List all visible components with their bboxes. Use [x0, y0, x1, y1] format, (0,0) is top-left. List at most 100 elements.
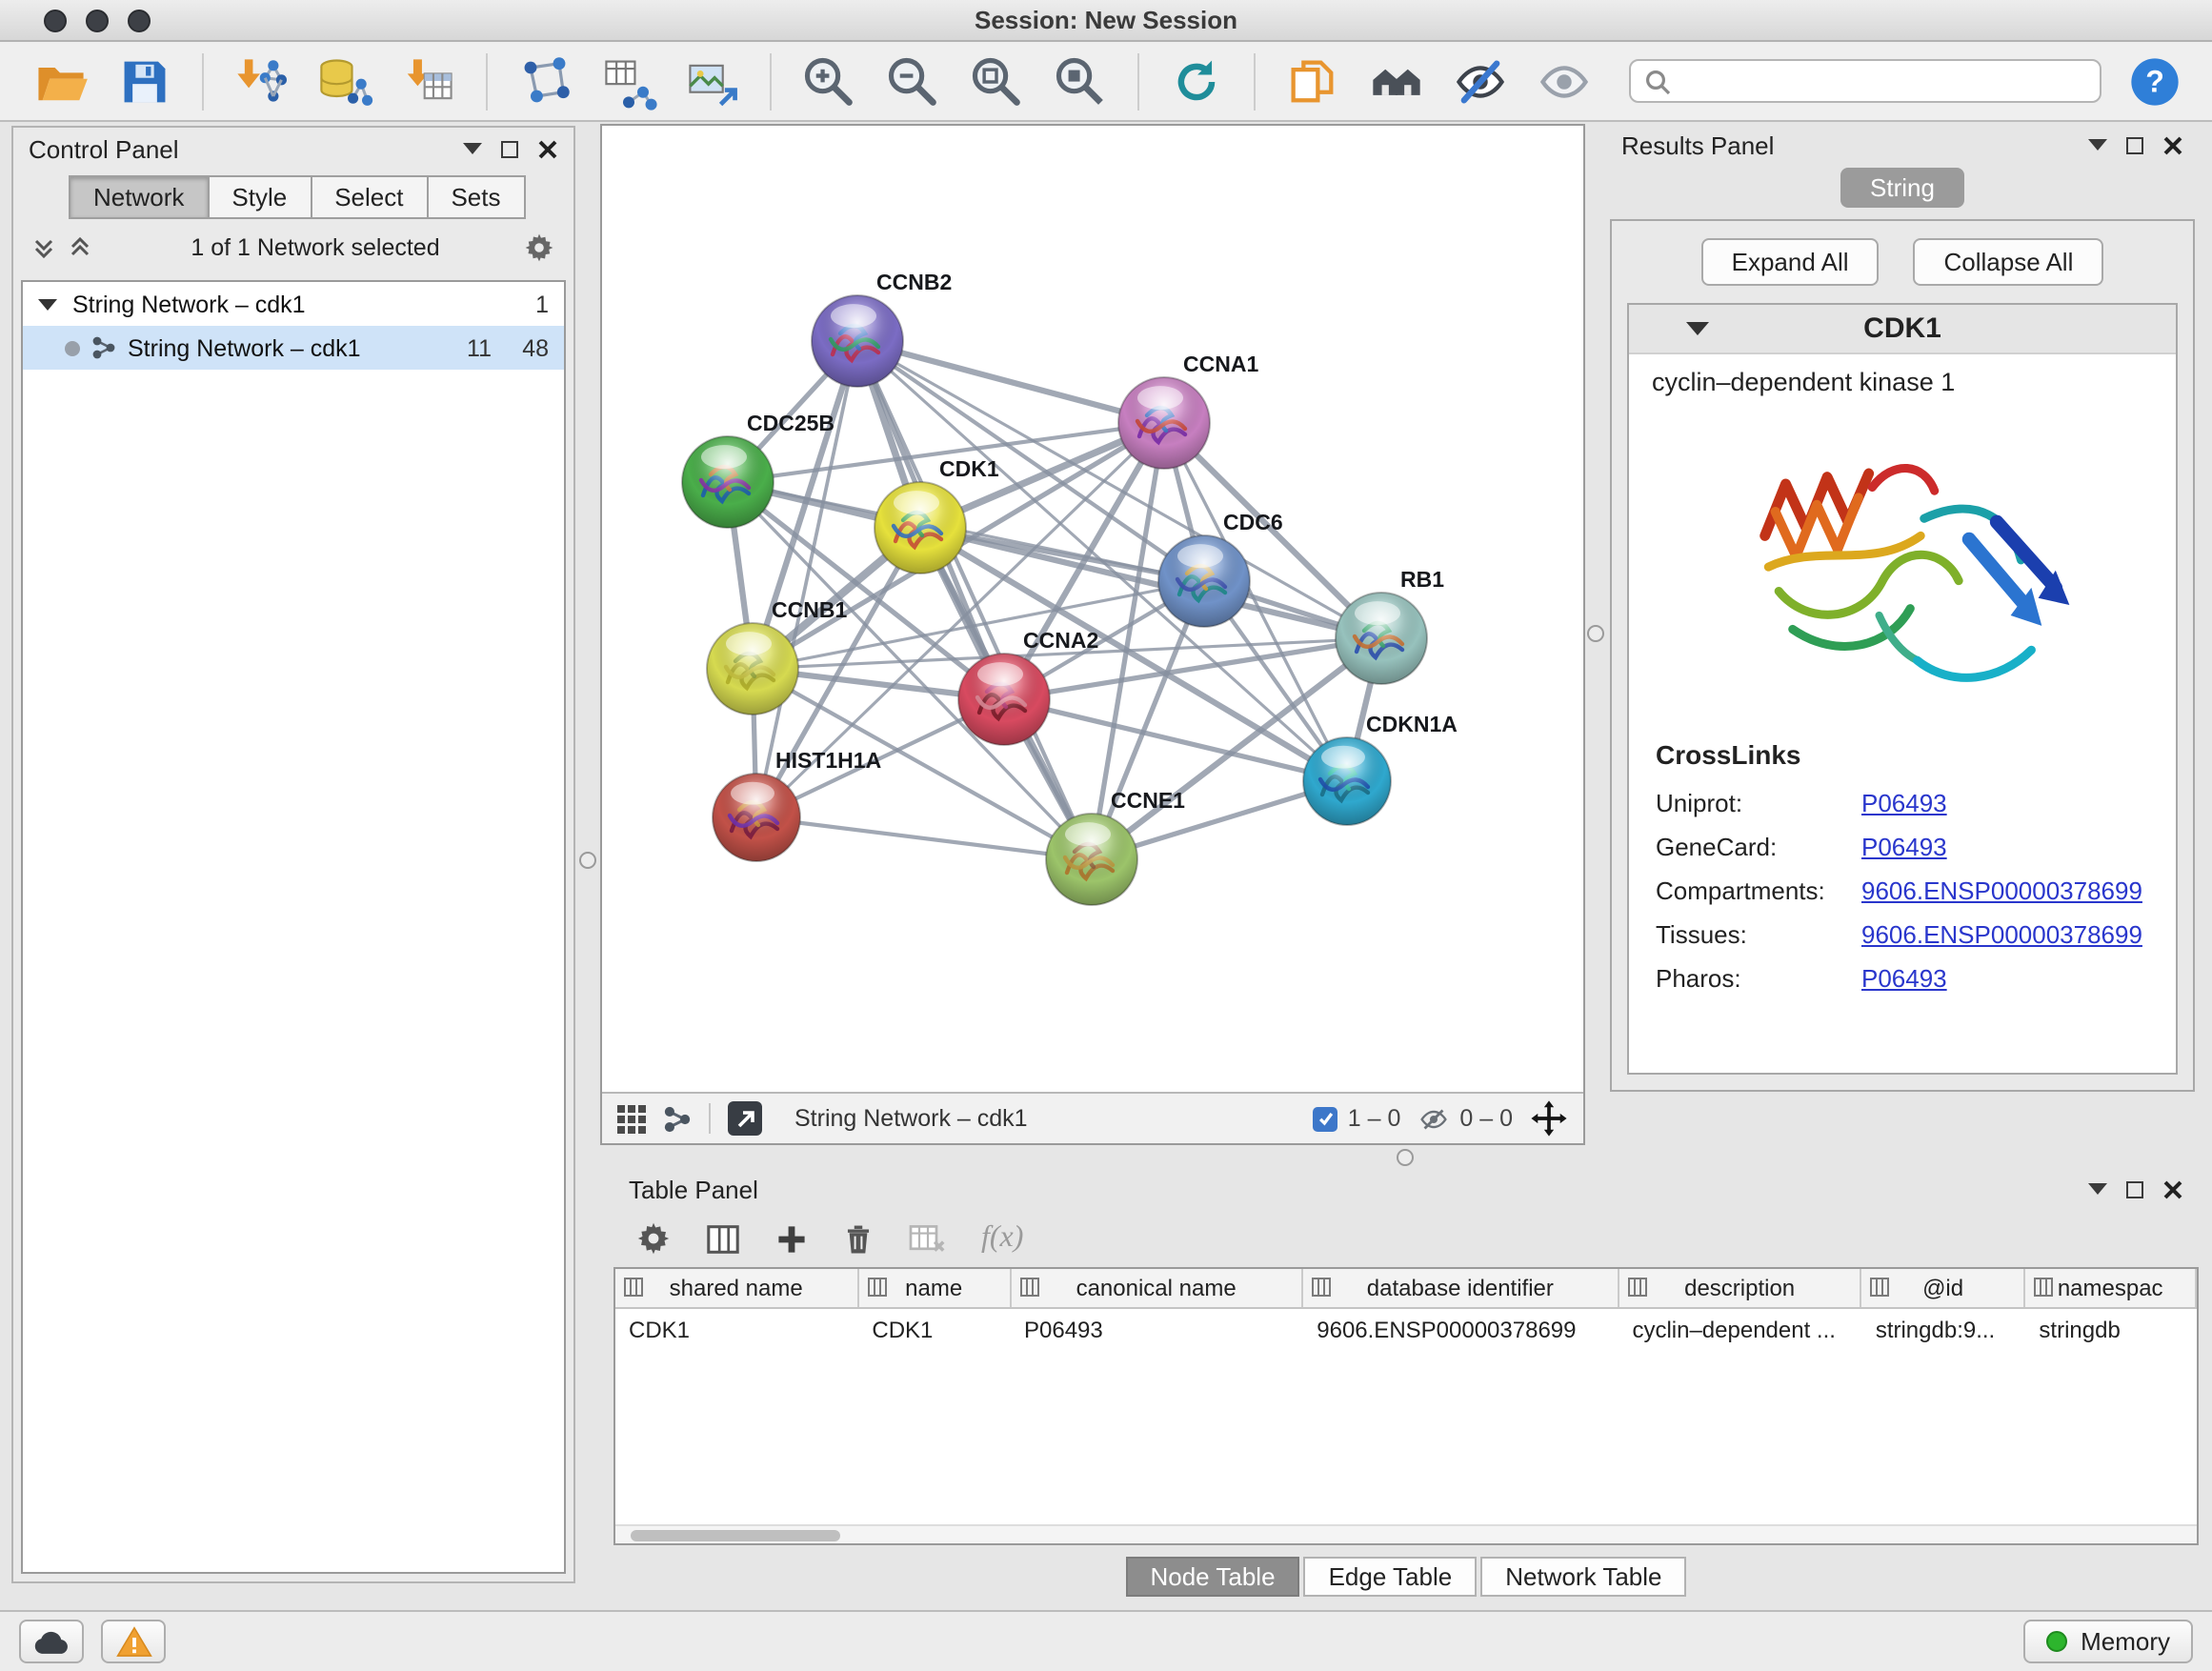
search-input[interactable] [1680, 68, 2086, 94]
panel-menu-icon[interactable] [463, 143, 482, 154]
memory-button[interactable]: Memory [2023, 1620, 2193, 1663]
network-row[interactable]: String Network – cdk1 11 48 [23, 326, 564, 370]
panel-close-icon[interactable] [537, 138, 558, 159]
edge-CCNB2-CCNE1[interactable] [857, 341, 1092, 859]
expand-all-icon[interactable] [69, 236, 91, 259]
import-table-button[interactable] [398, 50, 459, 111]
cloud-status-button[interactable] [19, 1620, 84, 1663]
collapse-all-button[interactable]: Collapse All [1914, 238, 2104, 286]
duplicate-page-button[interactable] [1282, 50, 1343, 111]
fit-content-button[interactable] [966, 50, 1027, 111]
help-button[interactable]: ? [2124, 50, 2185, 111]
table-row[interactable]: CDK1 CDK1 P06493 9606.ENSP00000378699 cy… [615, 1309, 2197, 1349]
tab-string[interactable]: String [1840, 168, 1965, 208]
home-button[interactable] [1366, 50, 1427, 111]
tab-network[interactable]: Network [69, 175, 209, 219]
column-icon [1018, 1277, 1039, 1298]
crosslink-link[interactable]: 9606.ENSP00000378699 [1861, 876, 2142, 905]
minimize-window-button[interactable] [86, 9, 109, 31]
import-network-file-button[interactable] [231, 50, 292, 111]
splitter-handle[interactable] [579, 852, 596, 869]
network-canvas[interactable]: CCNB2CCNA1CDC25BCDK1CDC6RB1CCNB1CCNA2CDK… [602, 126, 1583, 1092]
tab-network-table[interactable]: Network Table [1480, 1557, 1686, 1597]
close-window-button[interactable] [44, 9, 67, 31]
panel-menu-icon[interactable] [2088, 139, 2107, 151]
table-settings-button[interactable] [636, 1221, 671, 1256]
splitter-handle[interactable] [1397, 1149, 1414, 1166]
protein-header[interactable]: CDK1 [1629, 305, 2176, 354]
export-image-button[interactable] [682, 50, 743, 111]
cell[interactable]: stringdb [2025, 1316, 2197, 1342]
edge-HIST1H1A-CCNE1[interactable] [756, 817, 1092, 859]
node-CCNB2[interactable]: CCNB2 [812, 270, 952, 387]
panel-menu-icon[interactable] [2088, 1183, 2107, 1195]
column-header-description[interactable]: description [1619, 1269, 1861, 1307]
column-header-id[interactable]: @id [1862, 1269, 2026, 1307]
panel-float-icon[interactable] [2126, 136, 2143, 153]
open-session-button[interactable] [30, 50, 91, 111]
open-in-window-button[interactable] [728, 1101, 762, 1136]
grid-view-icon[interactable] [617, 1104, 646, 1133]
splitter-handle[interactable] [1587, 625, 1604, 642]
crosslink-link[interactable]: P06493 [1861, 964, 1947, 993]
node-CCNA1[interactable]: CCNA1 [1118, 352, 1258, 469]
gear-icon[interactable] [524, 232, 554, 263]
network-list-icon[interactable] [663, 1104, 692, 1133]
pan-tool-icon[interactable] [1530, 1099, 1568, 1137]
panel-float-icon[interactable] [2126, 1180, 2143, 1198]
import-network-database-button[interactable] [314, 50, 375, 111]
horizontal-scrollbar[interactable] [615, 1524, 2197, 1543]
expand-all-button[interactable]: Expand All [1701, 238, 1880, 286]
zoom-out-button[interactable] [882, 50, 943, 111]
cell[interactable]: CDK1 [858, 1316, 1011, 1342]
crosslink-link[interactable]: 9606.ENSP00000378699 [1861, 920, 2142, 949]
node-label-HIST1H1A: HIST1H1A [775, 748, 881, 773]
cell[interactable]: cyclin–dependent ... [1619, 1316, 1861, 1342]
zoom-in-button[interactable] [798, 50, 859, 111]
show-results-button[interactable] [1534, 50, 1595, 111]
cell[interactable]: stringdb:9... [1862, 1316, 2026, 1342]
new-table-button[interactable] [598, 50, 659, 111]
maximize-window-button[interactable] [128, 9, 151, 31]
collapse-section-icon[interactable] [1686, 322, 1709, 335]
cell[interactable]: P06493 [1011, 1316, 1303, 1342]
collection-count: 1 [514, 291, 549, 317]
panel-close-icon[interactable] [2162, 1178, 2183, 1199]
create-column-button[interactable] [775, 1222, 808, 1255]
tab-select[interactable]: Select [310, 175, 428, 219]
apply-layout-button[interactable] [1166, 50, 1227, 111]
column-header-database-identifier[interactable]: database identifier [1303, 1269, 1619, 1307]
node-CDK1[interactable]: CDK1 [875, 456, 999, 574]
crosslink-link[interactable]: P06493 [1861, 833, 1947, 861]
column-header-name[interactable]: name [858, 1269, 1011, 1307]
column-header-shared-name[interactable]: shared name [615, 1269, 858, 1307]
cell[interactable]: CDK1 [615, 1316, 858, 1342]
column-header-canonical-name[interactable]: canonical name [1011, 1269, 1303, 1307]
collapse-all-icon[interactable] [32, 236, 55, 259]
scrollbar-thumb[interactable] [631, 1530, 840, 1541]
crosslink-label: Compartments: [1656, 876, 1861, 905]
tab-node-table[interactable]: Node Table [1125, 1557, 1299, 1597]
panel-float-icon[interactable] [501, 140, 518, 157]
new-network-button[interactable] [514, 50, 575, 111]
hide-results-button[interactable] [1450, 50, 1511, 111]
tab-sets[interactable]: Sets [426, 175, 525, 219]
function-builder-button[interactable]: f(x) [981, 1221, 1023, 1256]
save-session-button[interactable] [114, 50, 175, 111]
node-RB1[interactable]: RB1 [1336, 567, 1444, 684]
panel-close-icon[interactable] [2162, 134, 2183, 155]
warnings-button[interactable] [101, 1620, 166, 1663]
node-HIST1H1A[interactable]: HIST1H1A [713, 748, 881, 861]
cell[interactable]: 9606.ENSP00000378699 [1303, 1316, 1619, 1342]
tab-style[interactable]: Style [207, 175, 312, 219]
tree-expander-icon[interactable] [38, 298, 57, 310]
crosslink-link[interactable]: P06493 [1861, 789, 1947, 817]
delete-column-button[interactable] [842, 1222, 875, 1255]
column-header-namespace[interactable]: namespac [2025, 1269, 2197, 1307]
zoom-selected-button[interactable] [1050, 50, 1111, 111]
tab-edge-table[interactable]: Edge Table [1304, 1557, 1478, 1597]
network-collection-row[interactable]: String Network – cdk1 1 [23, 282, 564, 326]
show-columns-button[interactable] [705, 1220, 741, 1257]
node-CDKN1A[interactable]: CDKN1A [1303, 712, 1458, 825]
delete-table-button[interactable] [909, 1221, 947, 1256]
